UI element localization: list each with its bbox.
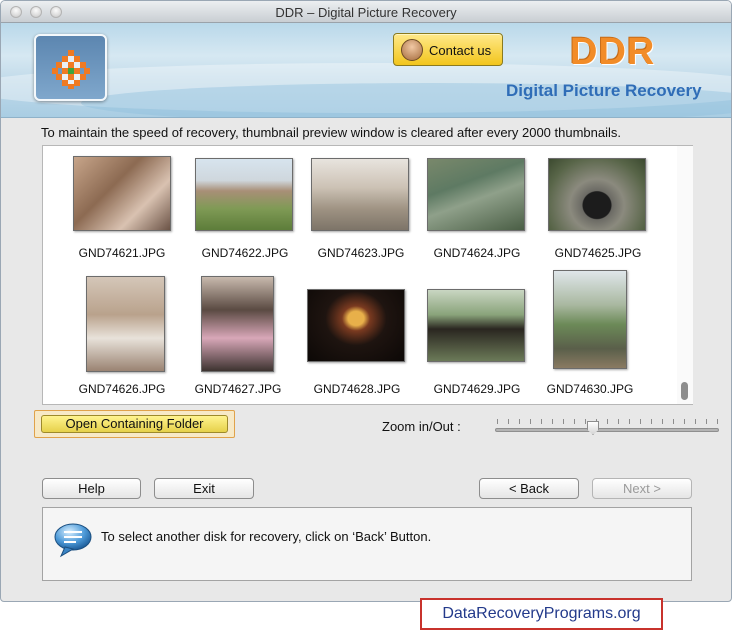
product-name: Digital Picture Recovery — [506, 81, 702, 100]
contact-us-label: Contact us — [429, 43, 492, 58]
info-panel: To select another disk for recovery, cli… — [42, 507, 692, 581]
contact-person-icon — [401, 39, 423, 61]
exit-button[interactable]: Exit — [154, 478, 254, 499]
thumbnail-image — [86, 276, 165, 372]
thumbnail-filename: GND74624.JPG — [433, 246, 521, 260]
app-window: DDR – Digital Picture Recovery Contact u… — [0, 0, 732, 602]
thumbnail-image — [201, 276, 274, 372]
scrollbar-thumb[interactable] — [681, 382, 688, 400]
help-button[interactable]: Help — [42, 478, 141, 499]
thumbnail-notice: To maintain the speed of recovery, thumb… — [41, 125, 622, 140]
title-bar: DDR – Digital Picture Recovery — [1, 1, 731, 23]
zoom-slider[interactable] — [495, 428, 719, 432]
website-link[interactable]: DataRecoveryPrograms.org — [420, 598, 663, 630]
thumbnail-image — [195, 158, 293, 231]
thumbnail-filename: GND74629.JPG — [433, 382, 521, 396]
next-button[interactable]: Next > — [592, 478, 692, 499]
zoom-slider-knob[interactable] — [587, 421, 599, 435]
contact-us-button[interactable]: Contact us — [393, 33, 503, 66]
thumbnail-filename: GND74630.JPG — [546, 382, 634, 396]
thumbnail-preview-panel[interactable]: GND74621.JPG GND74622.JPG GND74623.JPG G… — [42, 145, 693, 405]
thumbnail-image — [548, 158, 646, 231]
thumbnail-filename: GND74625.JPG — [554, 246, 642, 260]
thumbnail-image — [553, 270, 627, 369]
header-banner: Contact us DDR Digital Picture Recovery — [1, 23, 731, 118]
back-button[interactable]: < Back — [479, 478, 579, 499]
checker-flower-icon — [52, 50, 90, 89]
app-logo — [34, 34, 107, 101]
thumbnail-filename: GND74623.JPG — [317, 246, 405, 260]
thumbnail-image — [427, 158, 525, 231]
thumbnail-image — [311, 158, 409, 231]
thumbnail-filename: GND74628.JPG — [313, 382, 401, 396]
open-containing-folder-button[interactable]: Open Containing Folder — [41, 415, 228, 433]
window-title: DDR – Digital Picture Recovery — [275, 5, 457, 20]
thumbnail-image — [307, 289, 405, 362]
thumbnail-image — [427, 289, 525, 362]
brand-logo-text: DDR — [570, 31, 656, 73]
thumbnail-filename: GND74627.JPG — [194, 382, 282, 396]
thumbnail-image — [73, 156, 171, 231]
chat-bubble-icon — [54, 523, 92, 558]
thumbnail-scrollbar[interactable] — [677, 146, 693, 404]
thumbnail-filename: GND74621.JPG — [78, 246, 166, 260]
open-folder-highlight: Open Containing Folder — [34, 410, 235, 438]
thumbnail-filename: GND74626.JPG — [78, 382, 166, 396]
info-message: To select another disk for recovery, cli… — [101, 529, 432, 544]
thumbnail-filename: GND74622.JPG — [201, 246, 289, 260]
zoom-label: Zoom in/Out : — [382, 419, 461, 434]
